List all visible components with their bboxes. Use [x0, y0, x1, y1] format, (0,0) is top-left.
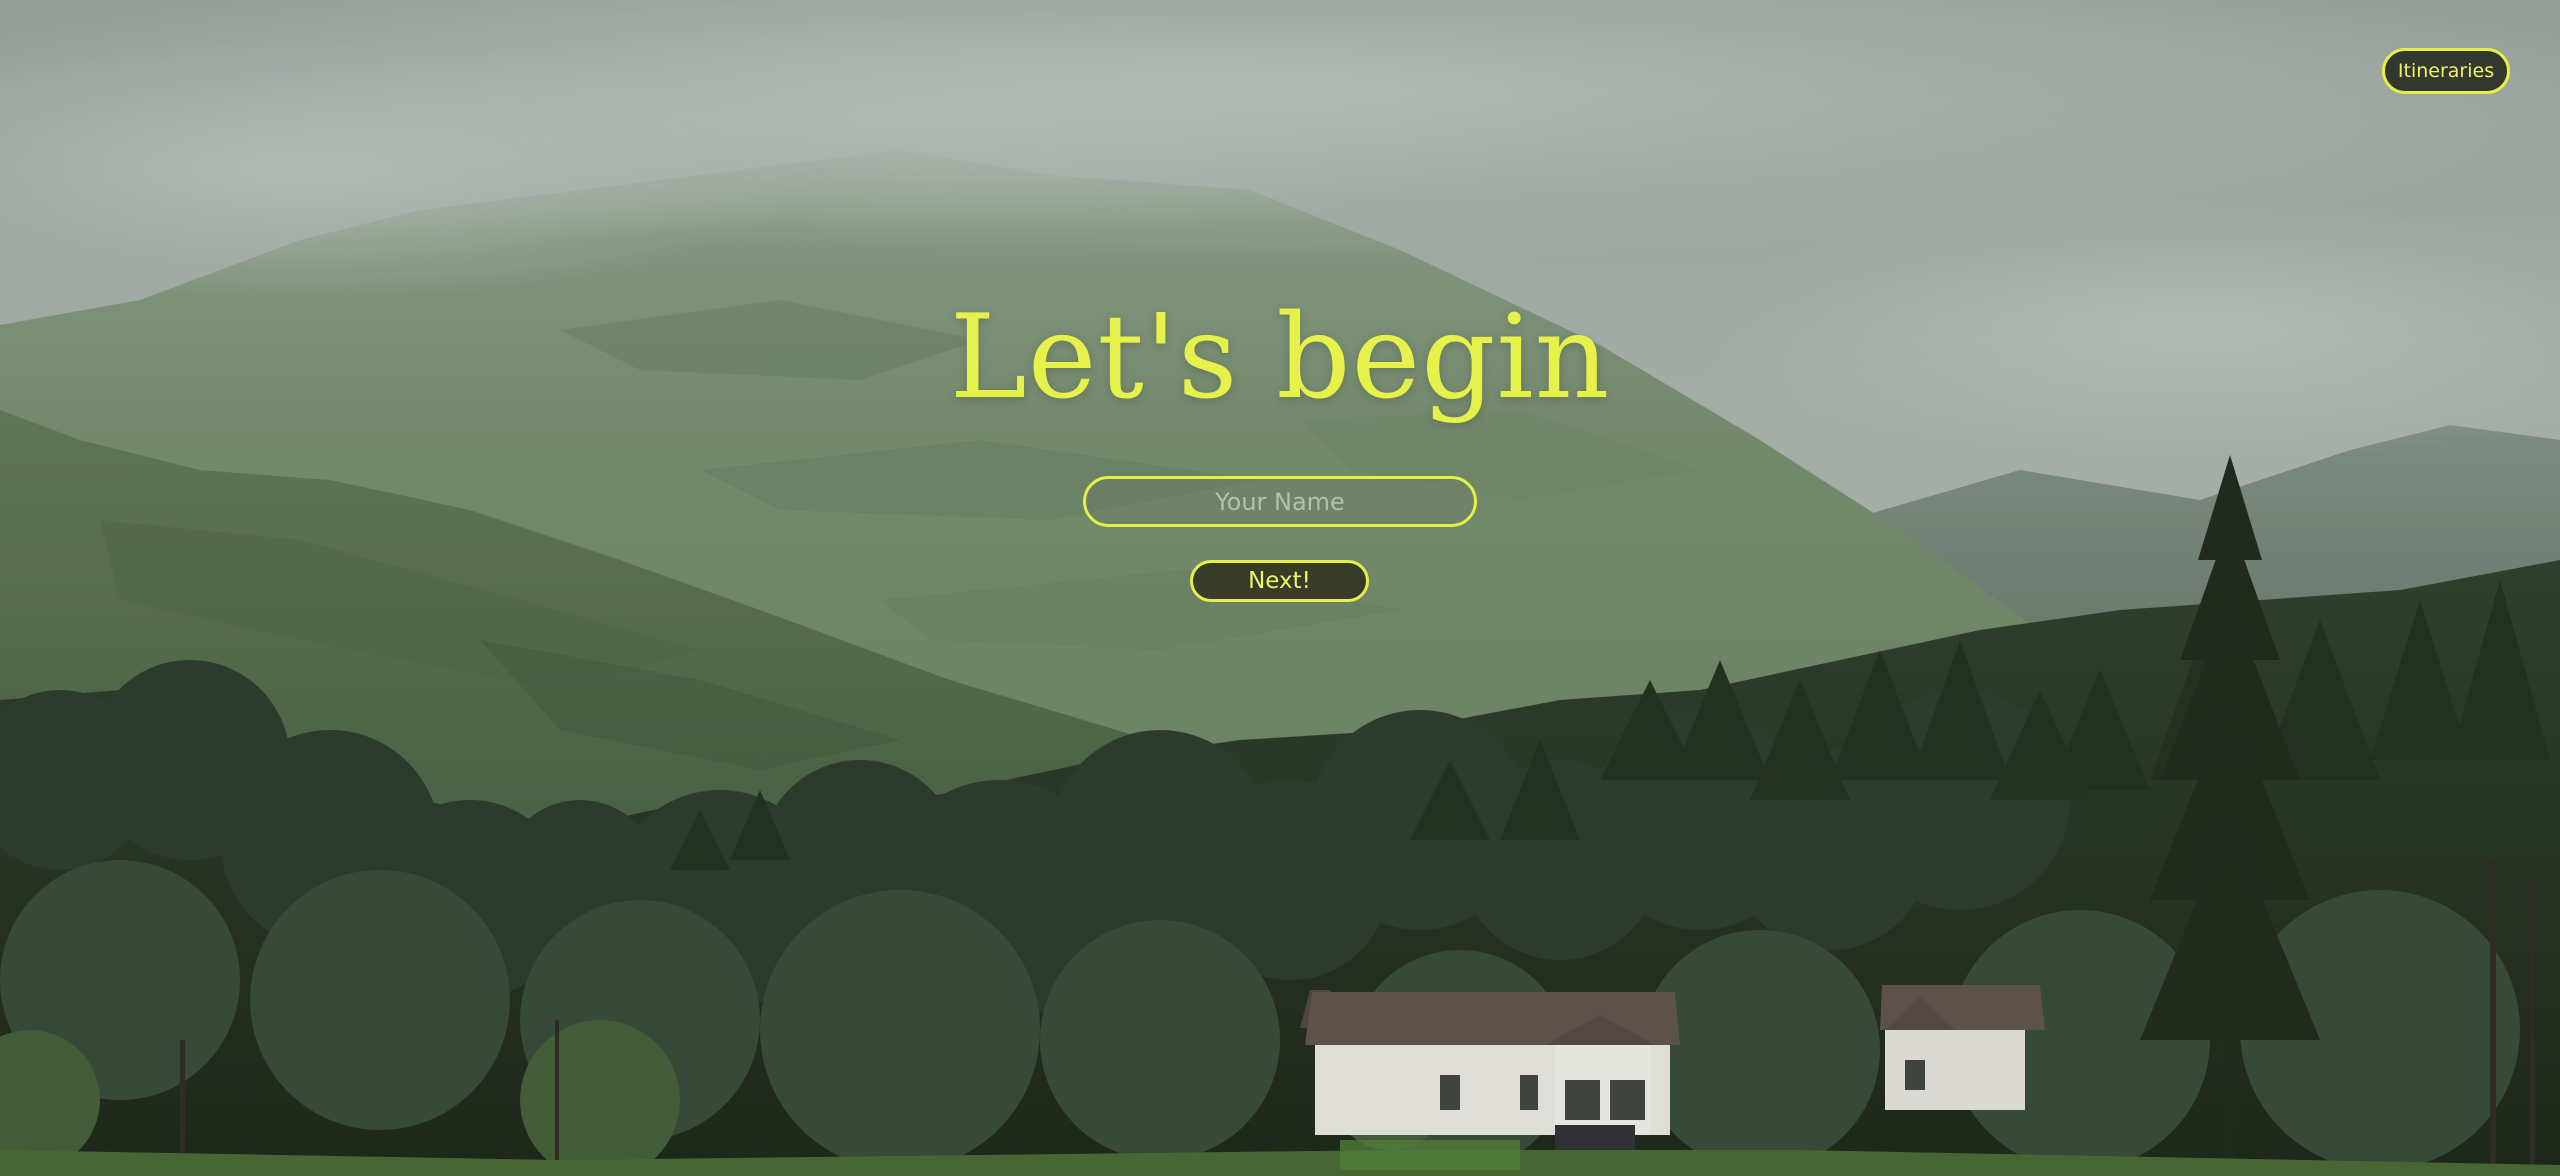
- itineraries-button[interactable]: Itineraries: [2382, 48, 2510, 94]
- page-title: Let's begin: [949, 290, 1611, 425]
- name-input[interactable]: [1083, 476, 1477, 527]
- next-button[interactable]: Next!: [1190, 560, 1369, 602]
